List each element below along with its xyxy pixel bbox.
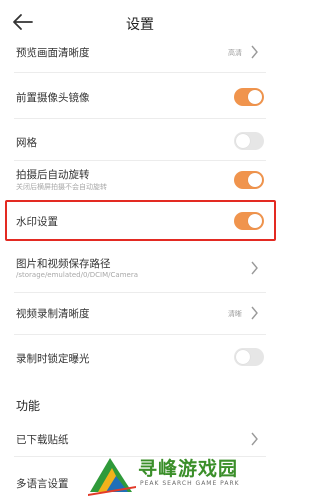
row-value: 清晰 — [228, 310, 242, 318]
divider — [14, 160, 266, 161]
row-label: 录制时锁定曝光 — [16, 353, 90, 365]
row-video-quality[interactable]: 视频录制清晰度 清晰 — [0, 296, 280, 330]
toggle-knob — [236, 350, 250, 364]
page-title: 设置 — [126, 17, 154, 33]
row-downloaded-stickers[interactable]: 已下载贴纸 — [0, 424, 280, 454]
row-label: 视频录制清晰度 — [16, 308, 90, 320]
toggle-knob — [248, 173, 262, 187]
row-label: 已下载贴纸 — [16, 434, 69, 446]
toggle-knob — [248, 214, 262, 228]
lock-exposure-toggle[interactable] — [234, 348, 264, 366]
row-grid: 网格 — [0, 124, 280, 158]
row-label: 拍摄后自动旋转 — [16, 169, 90, 181]
divider — [14, 292, 266, 293]
row-label: 网格 — [16, 137, 37, 149]
row-sublabel: /storage/emulated/0/DCIM/Camera — [16, 271, 138, 279]
chevron-right-icon — [251, 261, 258, 275]
watermark-subtitle: PEAK SEARCH GAME PARK — [140, 480, 240, 487]
grid-toggle[interactable] — [234, 132, 264, 150]
row-label: 水印设置 — [16, 216, 58, 228]
watermark-toggle[interactable] — [234, 212, 264, 230]
row-label: 图片和视频保存路径 — [16, 258, 111, 270]
watermark-name: 寻峰游戏园 — [138, 458, 239, 480]
divider — [14, 72, 266, 73]
row-save-path[interactable]: 图片和视频保存路径 /storage/emulated/0/DCIM/Camer… — [0, 248, 280, 288]
row-front-mirror: 前置摄像头镜像 — [0, 80, 280, 114]
row-auto-rotate: 拍摄后自动旋转 关闭后横屏拍摄不会自动旋转 — [0, 162, 280, 200]
auto-rotate-toggle[interactable] — [234, 171, 264, 189]
row-preview-quality[interactable]: 预览画面清晰度 高清 — [0, 34, 280, 70]
site-watermark-logo: 寻峰游戏园 PEAK SEARCH GAME PARK — [88, 452, 274, 496]
divider — [14, 118, 266, 119]
row-label: 前置摄像头镜像 — [16, 92, 90, 104]
toggle-knob — [248, 90, 262, 104]
front-mirror-toggle[interactable] — [234, 88, 264, 106]
divider — [14, 334, 266, 335]
chevron-right-icon — [251, 45, 258, 59]
mountain-logo-icon — [88, 458, 136, 496]
section-title: 功能 — [16, 399, 41, 413]
row-sublabel: 关闭后横屏拍摄不会自动旋转 — [16, 183, 107, 191]
chevron-right-icon — [251, 306, 258, 320]
row-value: 高清 — [228, 49, 242, 57]
row-label: 多语言设置 — [16, 478, 69, 490]
toggle-knob — [236, 134, 250, 148]
chevron-right-icon — [251, 432, 258, 446]
row-lock-exposure: 录制时锁定曝光 — [0, 340, 280, 374]
row-watermark: 水印设置 — [0, 202, 280, 239]
row-label: 预览画面清晰度 — [16, 47, 90, 59]
